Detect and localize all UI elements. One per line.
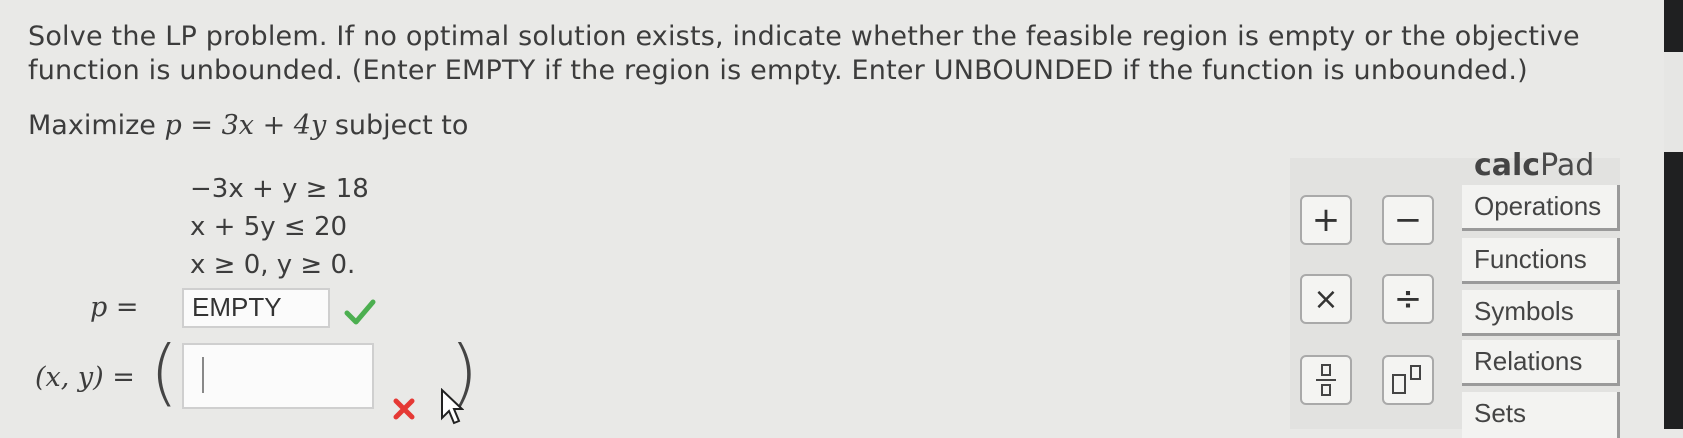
constraint-2: x + 5y ≤ 20 <box>190 212 348 242</box>
tab-relations[interactable]: Relations <box>1462 340 1620 386</box>
plus-button[interactable]: + <box>1300 195 1352 245</box>
tab-symbols[interactable]: Symbols <box>1462 290 1620 336</box>
constraint-1: −3x + y ≥ 18 <box>190 174 369 204</box>
objective-suffix: subject to <box>334 110 469 141</box>
objective-prefix: Maximize <box>28 110 156 141</box>
tab-functions[interactable]: Functions <box>1462 238 1620 284</box>
constraint-list: −3x + y ≥ 18 x + 5y ≤ 20 x ≥ 0, y ≥ 0. <box>190 170 369 284</box>
open-paren: ( <box>150 330 179 414</box>
text-caret <box>202 357 204 393</box>
calcpad-title: calcPad <box>1474 148 1595 183</box>
mouse-pointer-icon <box>441 388 464 425</box>
xy-answer-input[interactable] <box>182 343 374 409</box>
fraction-button[interactable] <box>1300 355 1352 405</box>
multiply-button[interactable]: × <box>1300 274 1352 324</box>
minus-button[interactable]: − <box>1382 195 1434 245</box>
constraint-3: x ≥ 0, y ≥ 0. <box>190 250 356 280</box>
p-label: p = <box>90 292 139 323</box>
tab-operations[interactable]: Operations <box>1462 185 1620 231</box>
p-answer-input[interactable]: EMPTY <box>182 288 330 328</box>
exponent-button[interactable] <box>1382 355 1434 405</box>
tab-sets[interactable]: Sets <box>1462 392 1620 438</box>
xy-label: (x, y) = <box>35 362 135 393</box>
problem-instructions: Solve the LP problem. If no optimal solu… <box>28 21 1580 86</box>
exponent-icon <box>1392 365 1421 394</box>
check-icon <box>344 299 376 325</box>
objective-expression: p = 3x + 4y <box>164 110 327 141</box>
fraction-icon <box>1316 364 1336 396</box>
x-mark-icon <box>393 398 415 420</box>
divide-button[interactable]: ÷ <box>1382 274 1434 324</box>
right-edge-gap <box>1664 52 1683 152</box>
objective-line: Maximize p = 3x + 4y subject to <box>28 110 468 141</box>
